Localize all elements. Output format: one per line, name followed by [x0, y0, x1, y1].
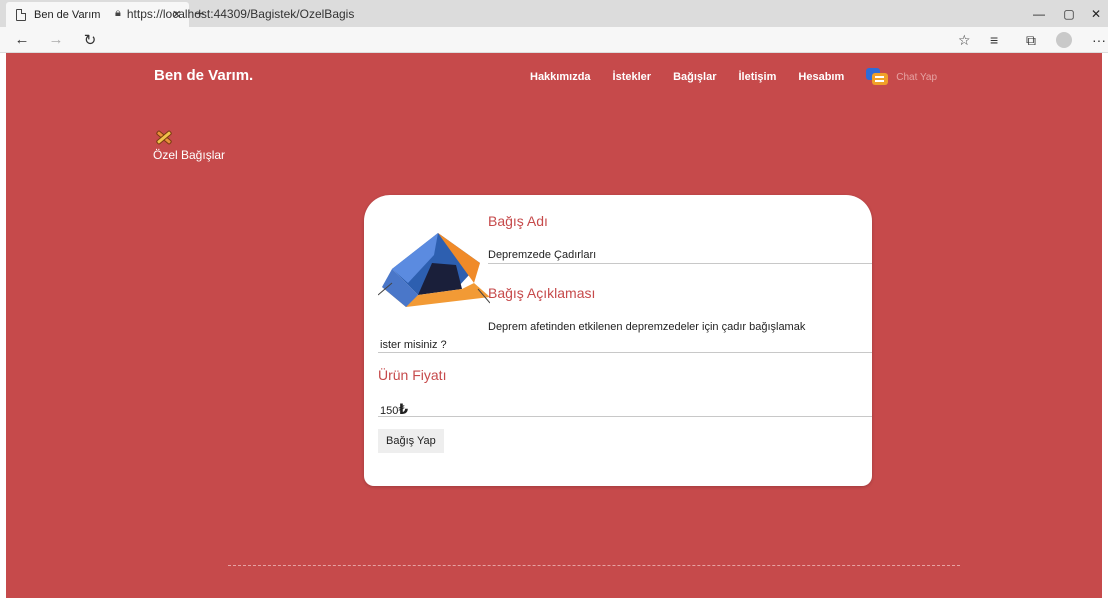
refresh-icon[interactable]: ↻ — [78, 31, 102, 49]
donation-name-title: Bağış Adı — [488, 213, 548, 229]
url-text: https://localhost:44309/Bagistek/OzelBag… — [126, 6, 355, 21]
tent-image — [378, 233, 490, 307]
section-title: Özel Bağışlar — [153, 148, 226, 162]
special-donations-header: Özel Bağışlar — [153, 127, 225, 162]
nav-link-hesabim[interactable]: Hesabım — [798, 71, 844, 83]
url-field[interactable]: 🔒︎ https://localhost:44309/Bagistek/Ozel… — [115, 4, 985, 23]
page-content: Ben de Varım. Hakkımızda İstekler Bağışl… — [6, 53, 1102, 598]
favorites-list-icon[interactable]: ≡ — [990, 27, 998, 53]
chat-label: Chat Yap — [896, 71, 938, 83]
donation-name-value: Depremzede Çadırları — [488, 249, 597, 261]
chat-icon — [866, 68, 889, 86]
collections-icon[interactable]: ⧉ — [1026, 27, 1036, 53]
favorite-star-icon[interactable]: ☆ — [958, 27, 971, 53]
price-title: Ürün Fiyatı — [378, 367, 447, 383]
donation-description-line2: ister misiniz ? — [380, 339, 447, 351]
brand-logo[interactable]: Ben de Varım. — [154, 67, 253, 84]
footer-divider — [228, 565, 960, 566]
donation-card: Bağış Adı Depremzede Çadırları Bağış Açı… — [364, 195, 872, 486]
divider — [378, 416, 872, 417]
nav-link-bagislar[interactable]: Bağışlar — [673, 71, 716, 83]
crossed-tools-icon — [153, 127, 175, 147]
page-icon — [16, 8, 26, 21]
divider — [378, 352, 872, 353]
maximize-icon[interactable]: ▢ — [1054, 0, 1084, 27]
minimize-icon[interactable]: — — [1024, 0, 1054, 27]
back-icon[interactable]: ← — [10, 31, 34, 48]
more-menu-icon[interactable]: ··· — [1092, 27, 1106, 53]
lira-icon: ₺ — [398, 401, 409, 417]
nav-link-istekler[interactable]: İstekler — [613, 71, 652, 83]
nav-link-iletisim[interactable]: İletişim — [738, 71, 776, 83]
tab-title: Ben de Varım — [34, 8, 101, 21]
lock-icon: 🔒︎ — [115, 7, 121, 19]
address-bar: ← → ↻ — [0, 27, 1108, 53]
divider — [488, 263, 872, 264]
main-nav: Hakkımızda İstekler Bağışlar İletişim He… — [530, 68, 937, 86]
donation-description-title: Bağış Açıklaması — [488, 285, 596, 301]
chat-link[interactable]: Chat Yap — [866, 68, 937, 86]
close-window-icon[interactable]: ✕ — [1084, 0, 1108, 27]
forward-icon[interactable]: → — [44, 31, 68, 48]
profile-avatar[interactable] — [1056, 27, 1072, 53]
donation-description-line1: Deprem afetinden etkilenen depremzedeler… — [488, 321, 806, 333]
donate-button[interactable]: Bağış Yap — [378, 429, 444, 453]
nav-link-hakkimizda[interactable]: Hakkımızda — [530, 71, 591, 83]
